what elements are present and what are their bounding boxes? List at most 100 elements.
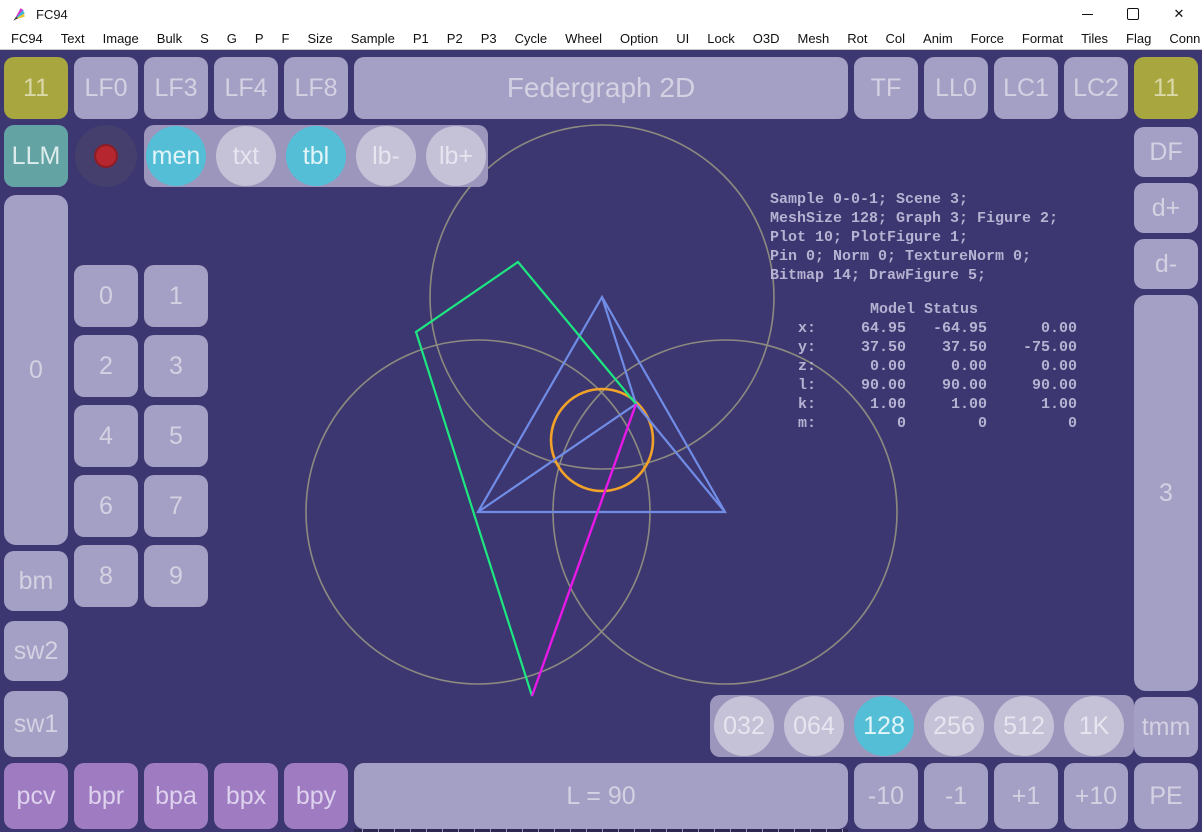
menu-conn[interactable]: Conn	[1160, 31, 1202, 46]
badge-11-right[interactable]: 11	[1134, 57, 1198, 119]
menu-wheel[interactable]: Wheel	[556, 31, 611, 46]
button-sw2[interactable]: sw2	[4, 621, 68, 681]
window-close-button[interactable]: ✕	[1156, 0, 1202, 28]
button-lf3[interactable]: LF3	[144, 57, 208, 119]
button-pcv[interactable]: pcv	[4, 763, 68, 829]
menu-anim[interactable]: Anim	[914, 31, 962, 46]
menu-bar: FC94 Text Image Bulk S G P F Size Sample…	[0, 28, 1202, 50]
mesh-064[interactable]: 064	[784, 696, 844, 756]
menu-p2[interactable]: P2	[438, 31, 472, 46]
button-bm[interactable]: bm	[4, 551, 68, 611]
menu-col[interactable]: Col	[877, 31, 915, 46]
title-display[interactable]: Federgraph 2D	[354, 57, 848, 119]
button-llm[interactable]: LLM	[4, 125, 68, 187]
numpad-1[interactable]: 1	[144, 265, 208, 327]
record-dot-icon	[94, 144, 118, 168]
button-minus-1[interactable]: -1	[924, 763, 988, 829]
menu-fc94[interactable]: FC94	[2, 31, 52, 46]
menu-p1[interactable]: P1	[404, 31, 438, 46]
button-lf8[interactable]: LF8	[284, 57, 348, 119]
close-icon: ✕	[1174, 6, 1185, 22]
menu-lock[interactable]: Lock	[698, 31, 743, 46]
button-bpx[interactable]: bpx	[214, 763, 278, 829]
button-bpy[interactable]: bpy	[284, 763, 348, 829]
maximize-icon	[1127, 8, 1139, 20]
mesh-512[interactable]: 512	[994, 696, 1054, 756]
menu-bulk[interactable]: Bulk	[148, 31, 191, 46]
mesh-256[interactable]: 256	[924, 696, 984, 756]
numpad-6[interactable]: 6	[74, 475, 138, 537]
toggle-txt[interactable]: txt	[216, 126, 276, 186]
menu-p3[interactable]: P3	[472, 31, 506, 46]
blue-spoke-left	[478, 404, 636, 512]
numpad-3[interactable]: 3	[144, 335, 208, 397]
status-line: Bitmap 14; DrawFigure 5;	[770, 266, 1104, 285]
menu-image[interactable]: Image	[94, 31, 148, 46]
button-pe[interactable]: PE	[1134, 763, 1198, 829]
model-status: Model Status x: 64.95 -64.95 0.00 y: 37.…	[798, 300, 1077, 433]
button-plus-10[interactable]: +10	[1064, 763, 1128, 829]
button-lc1[interactable]: LC1	[994, 57, 1058, 119]
menu-sample[interactable]: Sample	[342, 31, 404, 46]
button-plus-1[interactable]: +1	[994, 763, 1058, 829]
button-ll0[interactable]: LL0	[924, 57, 988, 119]
status-line: MeshSize 128; Graph 3; Figure 2;	[770, 209, 1104, 228]
menu-o3d[interactable]: O3D	[744, 31, 789, 46]
numpad-0[interactable]: 0	[74, 265, 138, 327]
menu-s[interactable]: S	[191, 31, 218, 46]
toggle-tbl[interactable]: tbl	[286, 126, 346, 186]
menu-p[interactable]: P	[246, 31, 273, 46]
menu-text[interactable]: Text	[52, 31, 94, 46]
menu-rot[interactable]: Rot	[838, 31, 876, 46]
app-window: 11 LF0 LF3 LF4 LF8 Federgraph 2D TF LL0 …	[0, 0, 1202, 832]
numpad-5[interactable]: 5	[144, 405, 208, 467]
menu-option[interactable]: Option	[611, 31, 667, 46]
status-line: Sample 0-0-1; Scene 3;	[770, 190, 1104, 209]
record-button[interactable]	[75, 125, 137, 187]
button-sw1[interactable]: sw1	[4, 691, 68, 757]
menu-mesh[interactable]: Mesh	[788, 31, 838, 46]
numpad-2[interactable]: 2	[74, 335, 138, 397]
badge-11-left[interactable]: 11	[4, 57, 68, 119]
toggle-lb-plus[interactable]: lb+	[426, 126, 486, 186]
mesh-128[interactable]: 128	[854, 696, 914, 756]
numpad-4[interactable]: 4	[74, 405, 138, 467]
button-tf[interactable]: TF	[854, 57, 918, 119]
toggle-lb-minus[interactable]: lb-	[356, 126, 416, 186]
button-bpr[interactable]: bpr	[74, 763, 138, 829]
app-icon	[11, 6, 28, 23]
button-df[interactable]: DF	[1134, 127, 1198, 177]
window-maximize-button[interactable]	[1110, 0, 1156, 28]
numpad-8[interactable]: 8	[74, 545, 138, 607]
menu-f[interactable]: F	[273, 31, 299, 46]
numpad-7[interactable]: 7	[144, 475, 208, 537]
button-lf4[interactable]: LF4	[214, 57, 278, 119]
magenta-segment	[532, 404, 636, 696]
menu-ui[interactable]: UI	[667, 31, 698, 46]
numpad-9[interactable]: 9	[144, 545, 208, 607]
button-tmm[interactable]: tmm	[1134, 697, 1198, 757]
menu-tiles[interactable]: Tiles	[1072, 31, 1117, 46]
button-d-minus[interactable]: d-	[1134, 239, 1198, 289]
menu-g[interactable]: G	[218, 31, 246, 46]
mesh-1k[interactable]: 1K	[1064, 696, 1124, 756]
l-value-bar[interactable]: L = 90	[354, 763, 848, 829]
button-d-plus[interactable]: d+	[1134, 183, 1198, 233]
menu-cycle[interactable]: Cycle	[506, 31, 557, 46]
menu-flag[interactable]: Flag	[1117, 31, 1160, 46]
toggle-men[interactable]: men	[146, 126, 206, 186]
menu-force[interactable]: Force	[962, 31, 1013, 46]
tall-button-0[interactable]: 0	[4, 195, 68, 545]
button-lf0[interactable]: LF0	[74, 57, 138, 119]
button-lc2[interactable]: LC2	[1064, 57, 1128, 119]
button-bpa[interactable]: bpa	[144, 763, 208, 829]
menu-format[interactable]: Format	[1013, 31, 1072, 46]
tall-button-3[interactable]: 3	[1134, 295, 1198, 691]
status-text: Sample 0-0-1; Scene 3; MeshSize 128; Gra…	[770, 190, 1104, 285]
window-title: FC94	[36, 7, 68, 22]
button-minus-10[interactable]: -10	[854, 763, 918, 829]
window-minimize-button[interactable]	[1064, 0, 1110, 28]
mesh-032[interactable]: 032	[714, 696, 774, 756]
orange-circle	[551, 389, 653, 491]
menu-size[interactable]: Size	[299, 31, 342, 46]
